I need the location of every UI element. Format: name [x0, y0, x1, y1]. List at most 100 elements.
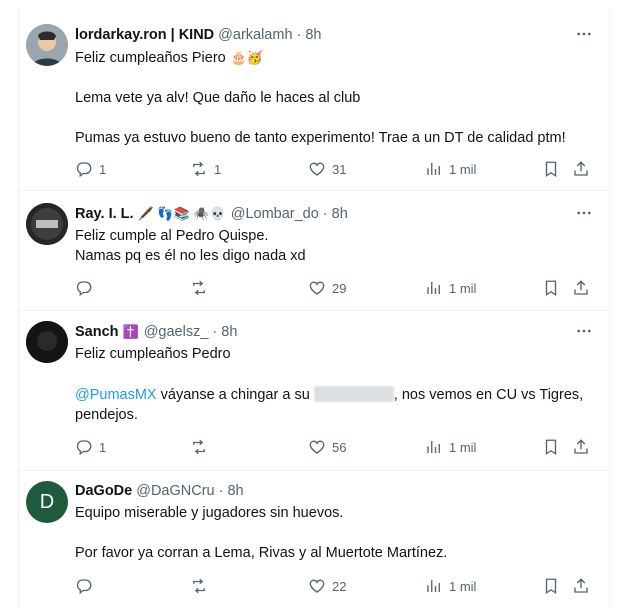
bookmark-icon: [542, 577, 560, 595]
retweet-button[interactable]: [190, 437, 214, 457]
display-name[interactable]: Sanch: [75, 324, 119, 340]
timestamp[interactable]: 8h: [227, 483, 243, 499]
tweet[interactable]: lordarkay.ron | KIND @arkalamh · 8h Feli…: [18, 8, 608, 191]
action-bar: 29 1 mil: [75, 278, 595, 298]
views-icon: [425, 279, 443, 297]
share-icon: [572, 279, 590, 297]
heart-icon: [308, 160, 326, 178]
share-button[interactable]: [572, 278, 590, 298]
emoji-cake-party: 🎂🥳: [230, 50, 264, 65]
bookmark-button[interactable]: [542, 576, 560, 596]
share-icon: [572, 438, 590, 456]
user-handle[interactable]: @Lombar_do: [231, 206, 319, 222]
views-count: 1 mil: [449, 578, 477, 594]
reply-count: 1: [99, 161, 107, 177]
tweet-text-line: pendejos.: [75, 407, 138, 423]
tweet-text-line: @PumasMX váyanse a chingar a su , nos ve…: [75, 386, 584, 403]
views-button[interactable]: 1 mil: [425, 576, 476, 596]
like-button[interactable]: 31: [308, 159, 346, 179]
bookmark-icon: [542, 160, 560, 178]
bookmark-button[interactable]: [542, 278, 560, 298]
tweet[interactable]: Sanch ✝️ @gaelsz_ · 8h Feliz cumpleaños …: [18, 311, 608, 471]
share-button[interactable]: [572, 576, 590, 596]
views-count: 1 mil: [449, 161, 477, 177]
like-button[interactable]: 22: [308, 576, 346, 596]
bookmark-button[interactable]: [542, 159, 560, 179]
retweet-button[interactable]: [190, 278, 214, 298]
display-name[interactable]: lordarkay.ron | KIND: [75, 27, 214, 43]
views-button[interactable]: 1 mil: [425, 278, 476, 298]
avatar[interactable]: [26, 321, 68, 363]
views-button[interactable]: 1 mil: [425, 437, 476, 457]
like-button[interactable]: 29: [308, 278, 346, 298]
separator-dot: ·: [218, 483, 224, 499]
tweet-text-line: Lema vete ya alv! Que daño le haces al c…: [75, 90, 361, 106]
reply-icon: [75, 577, 93, 595]
avatar[interactable]: D: [26, 481, 68, 523]
retweet-count: 1: [214, 161, 222, 177]
share-button[interactable]: [572, 437, 590, 457]
views-icon: [425, 438, 443, 456]
reply-button[interactable]: [75, 576, 99, 596]
reply-button[interactable]: [75, 278, 99, 298]
retweet-icon: [190, 160, 208, 178]
retweet-button[interactable]: 1: [190, 159, 221, 179]
avatar[interactable]: [26, 203, 68, 245]
timestamp[interactable]: 8h: [332, 206, 348, 222]
views-count: 1 mil: [449, 280, 477, 296]
name-emoji: 🖋️ 👣📚 🕷️💀: [137, 206, 226, 221]
retweet-button[interactable]: [190, 576, 214, 596]
tweet-text-line: Feliz cumple al Pedro Quispe.: [75, 228, 269, 244]
share-icon: [572, 160, 590, 178]
views-icon: [425, 160, 443, 178]
reply-button[interactable]: 1: [75, 159, 106, 179]
user-handle[interactable]: @gaelsz_: [144, 324, 209, 340]
heart-icon: [308, 438, 326, 456]
action-bar: 22 1 mil: [75, 576, 595, 596]
tweet-header: DaGoDe @DaGNCru · 8h: [75, 481, 244, 501]
tweet-text-line: Equipo miserable y jugadores sin huevos.: [75, 505, 344, 521]
display-name[interactable]: DaGoDe: [75, 483, 132, 499]
views-button[interactable]: 1 mil: [425, 159, 476, 179]
separator-dot: ·: [322, 206, 328, 222]
tweet[interactable]: D DaGoDe @DaGNCru · 8h Equipo miserable …: [18, 471, 608, 608]
retweet-icon: [190, 577, 208, 595]
timestamp[interactable]: 8h: [221, 324, 237, 340]
avatar[interactable]: [26, 24, 68, 66]
share-icon: [572, 577, 590, 595]
tweet[interactable]: Ray. I. L. 🖋️ 👣📚 🕷️💀 @Lombar_do · 8h Fel…: [18, 191, 608, 311]
reply-count: 1: [99, 439, 107, 455]
bookmark-icon: [542, 279, 560, 297]
views-icon: [425, 577, 443, 595]
mention-link[interactable]: @PumasMX: [75, 387, 157, 403]
bookmark-button[interactable]: [542, 437, 560, 457]
share-button[interactable]: [572, 159, 590, 179]
like-count: 56: [332, 439, 347, 455]
reply-icon: [75, 160, 93, 178]
separator-dot: ·: [212, 324, 218, 340]
display-name[interactable]: Ray. I. L.: [75, 206, 134, 222]
reply-button[interactable]: 1: [75, 437, 106, 457]
tweet-header: lordarkay.ron | KIND @arkalamh · 8h: [75, 25, 322, 45]
tweet-header: Ray. I. L. 🖋️ 👣📚 🕷️💀 @Lombar_do · 8h: [75, 204, 348, 224]
timestamp[interactable]: 8h: [305, 27, 321, 43]
more-options-icon[interactable]: [574, 203, 594, 223]
like-count: 31: [332, 161, 347, 177]
separator-dot: ·: [296, 27, 302, 43]
more-options-icon[interactable]: [574, 24, 594, 44]
views-count: 1 mil: [449, 439, 477, 455]
retweet-icon: [190, 279, 208, 297]
more-options-icon[interactable]: [574, 321, 594, 341]
user-handle[interactable]: @arkalamh: [218, 27, 292, 43]
tweet-text-line: Pumas ya estuvo bueno de tanto experimen…: [75, 130, 566, 146]
user-handle[interactable]: @DaGNCru: [136, 483, 214, 499]
retweet-icon: [190, 438, 208, 456]
like-count: 22: [332, 578, 347, 594]
censored-word: [313, 386, 394, 402]
tweet-text-line: Feliz cumpleaños Pedro: [75, 346, 231, 362]
tweet-text-line: Por favor ya corran a Lema, Rivas y al M…: [75, 545, 448, 561]
like-count: 29: [332, 280, 347, 296]
bookmark-icon: [542, 438, 560, 456]
tweet-header: Sanch ✝️ @gaelsz_ · 8h: [75, 322, 237, 342]
like-button[interactable]: 56: [308, 437, 346, 457]
